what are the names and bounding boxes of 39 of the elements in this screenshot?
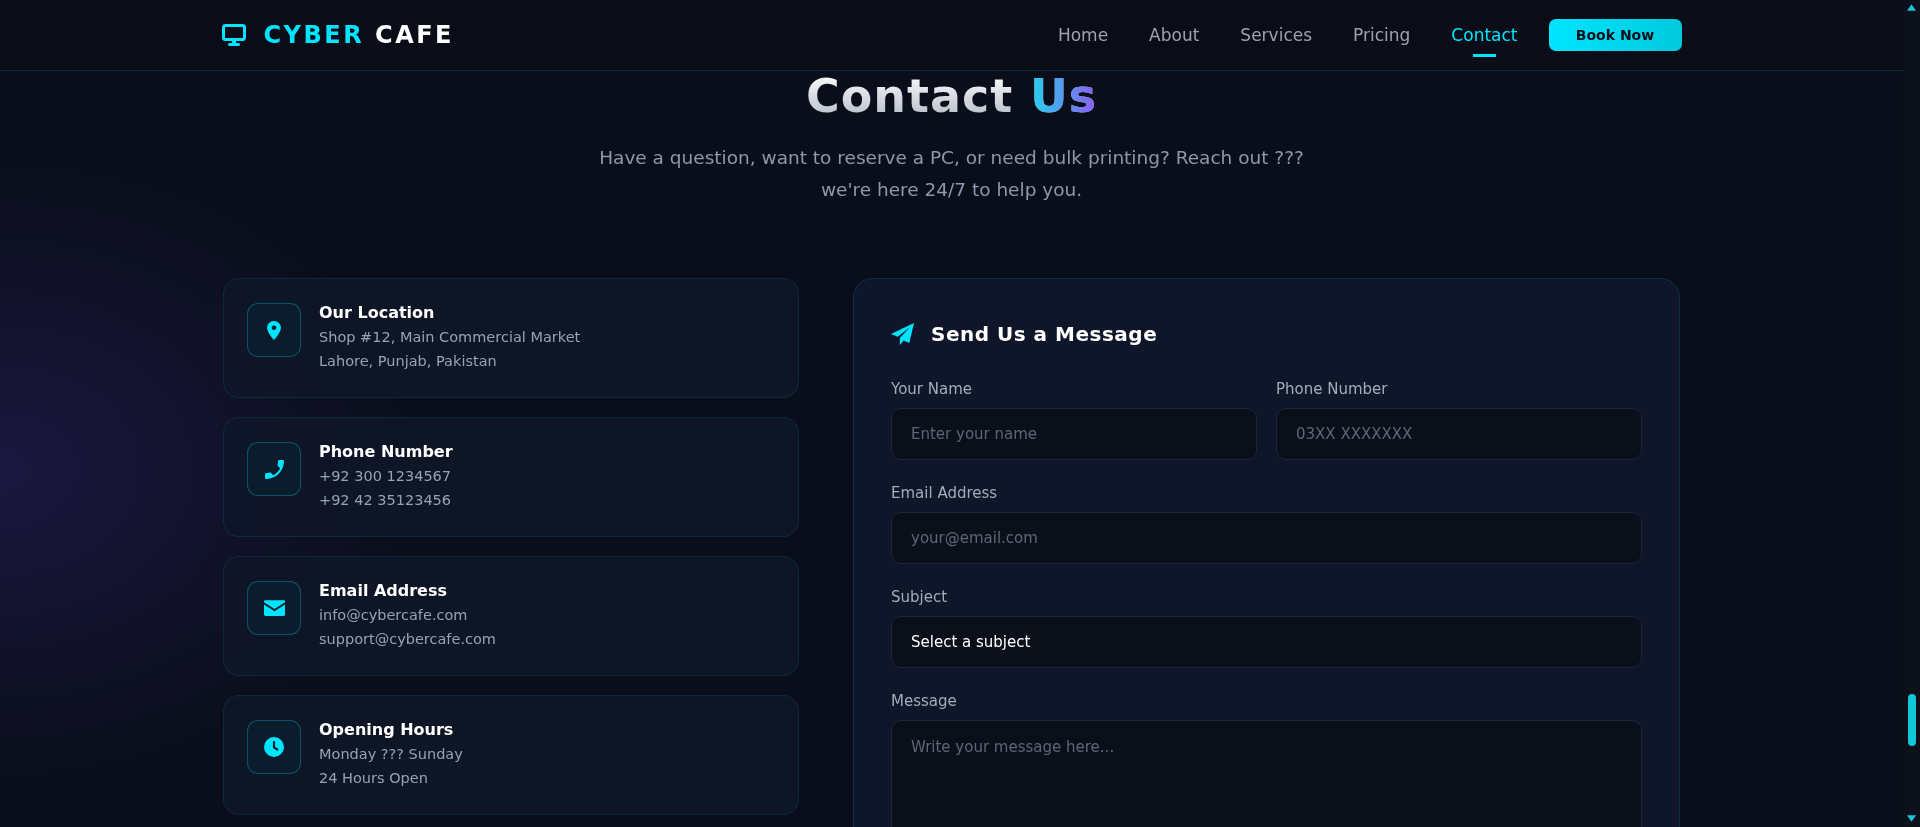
scrollbar-thumb[interactable] — [1907, 694, 1916, 746]
envelope-icon — [247, 581, 301, 635]
card-text: Monday ??? Sunday — [319, 745, 463, 764]
card-text: +92 300 1234567 — [319, 467, 453, 486]
nav-link[interactable]: Services — [1240, 13, 1313, 57]
card-text: +92 42 35123456 — [319, 491, 453, 510]
field-label: Subject — [891, 587, 949, 607]
card-text: Shop #12, Main Commercial Market — [319, 328, 581, 347]
paper-plane-icon — [891, 323, 914, 345]
field-label: Email Address — [891, 483, 999, 503]
book-now-button[interactable]: Book Now — [1548, 19, 1682, 51]
card-text: 24 Hours Open — [319, 769, 429, 788]
input-field[interactable]: Enter your name — [891, 408, 1257, 460]
textarea-field[interactable]: Write your message here... — [891, 720, 1642, 827]
card-text: info@cybercafe.com — [319, 606, 469, 625]
logo-link[interactable]: CYBER CAFE — [263, 20, 454, 50]
nav-link[interactable]: Home — [1057, 13, 1109, 57]
card-text: Lahore, Punjab, Pakistan — [319, 352, 498, 371]
card-title: Our Location — [319, 302, 436, 324]
card-title: Email Address — [319, 580, 448, 602]
nav-link[interactable]: About — [1149, 13, 1200, 57]
scroll-up-arrow-icon[interactable] — [1907, 4, 1916, 11]
card-title: Phone Number — [319, 441, 453, 463]
map-pin-icon — [247, 303, 301, 357]
card-title: Opening Hours — [319, 719, 455, 741]
dropdown-field[interactable]: Select a subject — [891, 616, 1642, 668]
field-label: Phone Number — [1276, 379, 1389, 399]
input-field[interactable]: 03XX XXXXXXX — [1276, 408, 1642, 460]
nav-link[interactable]: Pricing — [1353, 13, 1411, 57]
form-title: Send Us a Message — [931, 322, 1158, 346]
monitor-icon — [221, 24, 246, 46]
field-label: Your Name — [891, 379, 974, 399]
scroll-down-arrow-icon[interactable] — [1907, 815, 1916, 822]
card-text: support@cybercafe.com — [319, 630, 496, 649]
field-label: Message — [891, 691, 958, 711]
input-field[interactable]: your@email.com — [891, 512, 1642, 564]
page-subtitle: Have a question, want to reserve a PC, or need bulk printing? Reach out ??? we're here 24/7 to help you. — [598, 146, 1305, 202]
phone-icon — [247, 442, 301, 496]
clock-icon — [247, 720, 301, 774]
